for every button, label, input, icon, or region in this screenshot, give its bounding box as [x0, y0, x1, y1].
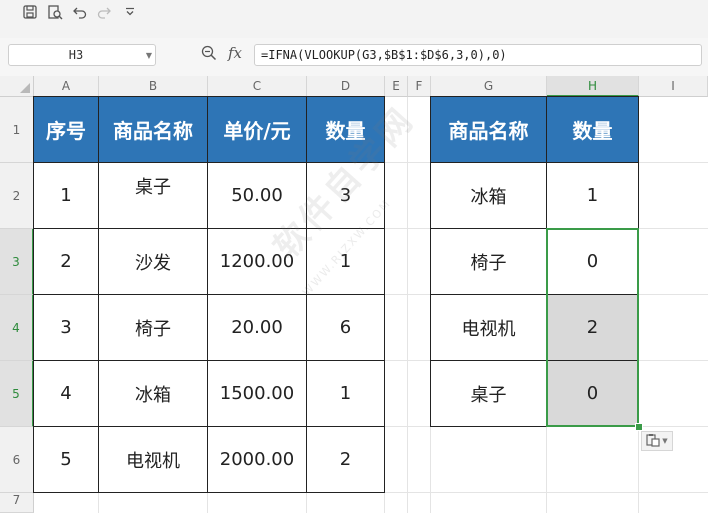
redo-icon[interactable] [92, 0, 116, 24]
chevron-down-icon[interactable]: ▼ [146, 51, 152, 60]
table1-cell[interactable]: 2000.00 [208, 427, 307, 493]
row-header-2[interactable]: 2 [0, 163, 34, 229]
column-header-e[interactable]: E [385, 76, 408, 97]
column-header-f[interactable]: F [408, 76, 431, 97]
table1-cell[interactable]: 3 [307, 163, 385, 229]
row-header-6[interactable]: 6 [0, 427, 34, 493]
column-header-a[interactable]: A [34, 76, 99, 97]
quick-access-toolbar [0, 0, 708, 39]
table1-cell[interactable]: 1 [307, 229, 385, 295]
table1-cell[interactable]: 50.00 [208, 163, 307, 229]
row-header-1[interactable]: 1 [0, 97, 34, 163]
fill-handle[interactable] [635, 423, 643, 431]
name-box-value: H3 [68, 48, 84, 62]
table1-cell[interactable]: 2 [307, 427, 385, 493]
fx-icon[interactable]: fx [228, 44, 242, 62]
column-header-d[interactable]: D [307, 76, 385, 97]
undo-icon[interactable] [68, 0, 92, 24]
table2-cell[interactable]: 0 [547, 229, 639, 295]
table2-cell[interactable]: 0 [547, 361, 639, 427]
row-header-4[interactable]: 4 [0, 295, 34, 361]
name-box[interactable]: H3 ▼ [8, 44, 156, 66]
row-header-5[interactable]: 5 [0, 361, 34, 427]
print-preview-icon[interactable] [43, 0, 67, 24]
table1-cell[interactable]: 椅子 [99, 295, 208, 361]
gridline [407, 97, 408, 513]
column-header-b[interactable]: B [99, 76, 208, 97]
table2-cell[interactable]: 电视机 [431, 295, 547, 361]
row-header-3[interactable]: 3 [0, 229, 34, 295]
table2-cell[interactable]: 椅子 [431, 229, 547, 295]
product-table: 序号 商品名称 单价/元 数量 1 桌子 50.00 3 2 沙发 1200.0… [33, 96, 385, 493]
table2-cell[interactable]: 2 [547, 295, 639, 361]
select-all-corner[interactable] [0, 76, 34, 97]
column-header-i[interactable]: I [639, 76, 708, 97]
table1-cell[interactable]: 冰箱 [99, 361, 208, 427]
table2-header-cell[interactable]: 商品名称 [431, 97, 547, 163]
table2-header-cell[interactable]: 数量 [547, 97, 639, 163]
column-header-g[interactable]: G [431, 76, 547, 97]
table1-cell[interactable]: 2 [34, 229, 99, 295]
table1-cell[interactable]: 4 [34, 361, 99, 427]
column-header-h[interactable]: H [547, 76, 639, 97]
chevron-down-icon: ▼ [662, 437, 668, 445]
table1-header-cell[interactable]: 序号 [34, 97, 99, 163]
table1-cell[interactable]: 1500.00 [208, 361, 307, 427]
table1-header-cell[interactable]: 数量 [307, 97, 385, 163]
table1-cell[interactable]: 桌子 [99, 163, 208, 229]
table1-cell[interactable]: 3 [34, 295, 99, 361]
table2-cell[interactable]: 冰箱 [431, 163, 547, 229]
table2-cell[interactable]: 1 [547, 163, 639, 229]
table1-header-cell[interactable]: 商品名称 [99, 97, 208, 163]
lookup-table: 商品名称 数量 冰箱 1 椅子 0 电视机 2 桌子 0 [430, 96, 639, 427]
table1-cell[interactable]: 电视机 [99, 427, 208, 493]
column-header-c[interactable]: C [208, 76, 307, 97]
table2-cell[interactable]: 桌子 [431, 361, 547, 427]
table1-cell[interactable]: 6 [307, 295, 385, 361]
table1-cell[interactable]: 20.00 [208, 295, 307, 361]
table1-cell[interactable]: 1200.00 [208, 229, 307, 295]
paste-options-icon [646, 432, 660, 451]
table1-cell[interactable]: 沙发 [99, 229, 208, 295]
customize-toolbar-icon[interactable] [118, 0, 142, 24]
table1-cell[interactable]: 1 [34, 163, 99, 229]
formula-input[interactable]: =IFNA(VLOOKUP(G3,$B$1:$D$6,3,0),0) [254, 44, 702, 66]
table1-header-cell[interactable]: 单价/元 [208, 97, 307, 163]
table1-cell[interactable]: 1 [307, 361, 385, 427]
zoom-icon[interactable] [201, 45, 217, 65]
save-icon[interactable] [18, 0, 42, 24]
table1-cell[interactable]: 5 [34, 427, 99, 493]
paste-options-button[interactable]: ▼ [641, 431, 673, 451]
row-header-7[interactable]: 7 [0, 493, 34, 513]
